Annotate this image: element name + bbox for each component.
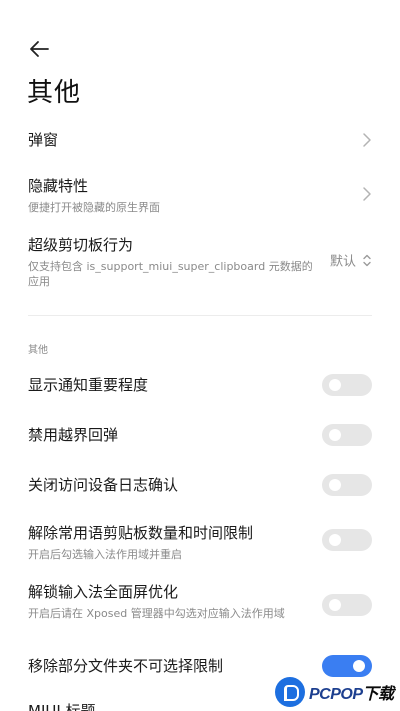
toggle-title: 解锁输入法全面屏优化 bbox=[28, 583, 179, 601]
section-divider bbox=[28, 315, 372, 316]
setting-title: 弹窗 bbox=[28, 131, 59, 149]
setting-subtitle: 仅支持包含 is_support_miui_super_clipboard 元数… bbox=[28, 260, 313, 288]
setting-hidden-features[interactable]: 隐藏特性 便捷打开被隐藏的原生界面 bbox=[28, 175, 372, 214]
clipboard-mode-select[interactable]: 默认 bbox=[330, 251, 372, 270]
watermark-text: PCPOP下载 bbox=[309, 686, 394, 703]
page-title: 其他 bbox=[27, 78, 82, 108]
setting-popup[interactable]: 弹窗 bbox=[28, 127, 372, 153]
setting-subtitle: 便捷打开被隐藏的原生界面 bbox=[28, 201, 160, 214]
toggle-row-phrase-clipboard-limit[interactable]: 解除常用语剪贴板数量和时间限制 开启后勾选输入法作用域并重启 bbox=[28, 522, 372, 561]
pcpop-logo-icon bbox=[275, 677, 305, 707]
toggle-row-disable-overscroll[interactable]: 禁用越界回弹 bbox=[28, 424, 372, 446]
toggle-title: 显示通知重要程度 bbox=[28, 376, 149, 394]
section-header: 其他 bbox=[28, 345, 48, 356]
chevron-right-icon bbox=[362, 186, 372, 202]
switch-knob bbox=[329, 379, 341, 391]
toggle-switch[interactable] bbox=[322, 474, 372, 496]
toggle-subtitle: 开启后勾选输入法作用域并重启 bbox=[28, 548, 182, 561]
chevron-up-down-icon bbox=[363, 254, 371, 266]
toggle-title: 禁用越界回弹 bbox=[28, 426, 119, 444]
toggle-switch[interactable] bbox=[322, 374, 372, 396]
setting-title: 隐藏特性 bbox=[28, 177, 89, 195]
switch-knob bbox=[353, 660, 365, 672]
pcpop-watermark: PCPOP下载 bbox=[275, 673, 400, 711]
switch-knob bbox=[329, 479, 341, 491]
setting-super-clipboard[interactable]: 超级剪切板行为 仅支持包含 is_support_miui_super_clip… bbox=[28, 234, 372, 288]
toggle-row-notification-importance[interactable]: 显示通知重要程度 bbox=[28, 374, 372, 396]
switch-knob bbox=[329, 534, 341, 546]
toggle-subtitle: 开启后请在 Xposed 管理器中勾选对应输入法作用域 bbox=[28, 607, 285, 620]
setting-title: 超级剪切板行为 bbox=[28, 236, 134, 254]
back-arrow-icon[interactable] bbox=[26, 36, 52, 62]
toggle-switch[interactable] bbox=[322, 594, 372, 616]
select-value: 默认 bbox=[329, 254, 356, 270]
toggle-row-ime-fullscreen[interactable]: 解锁输入法全面屏优化 开启后请在 Xposed 管理器中勾选对应输入法作用域 bbox=[28, 581, 372, 629]
toggle-switch[interactable] bbox=[322, 529, 372, 551]
toggle-title: 解除常用语剪贴板数量和时间限制 bbox=[28, 524, 254, 542]
switch-knob bbox=[329, 599, 341, 611]
chevron-right-icon bbox=[362, 132, 372, 148]
toggle-title: 关闭访问设备日志确认 bbox=[28, 476, 179, 494]
toggle-row-device-log-confirm[interactable]: 关闭访问设备日志确认 bbox=[28, 474, 372, 496]
switch-knob bbox=[329, 429, 341, 441]
toggle-switch[interactable] bbox=[322, 424, 372, 446]
